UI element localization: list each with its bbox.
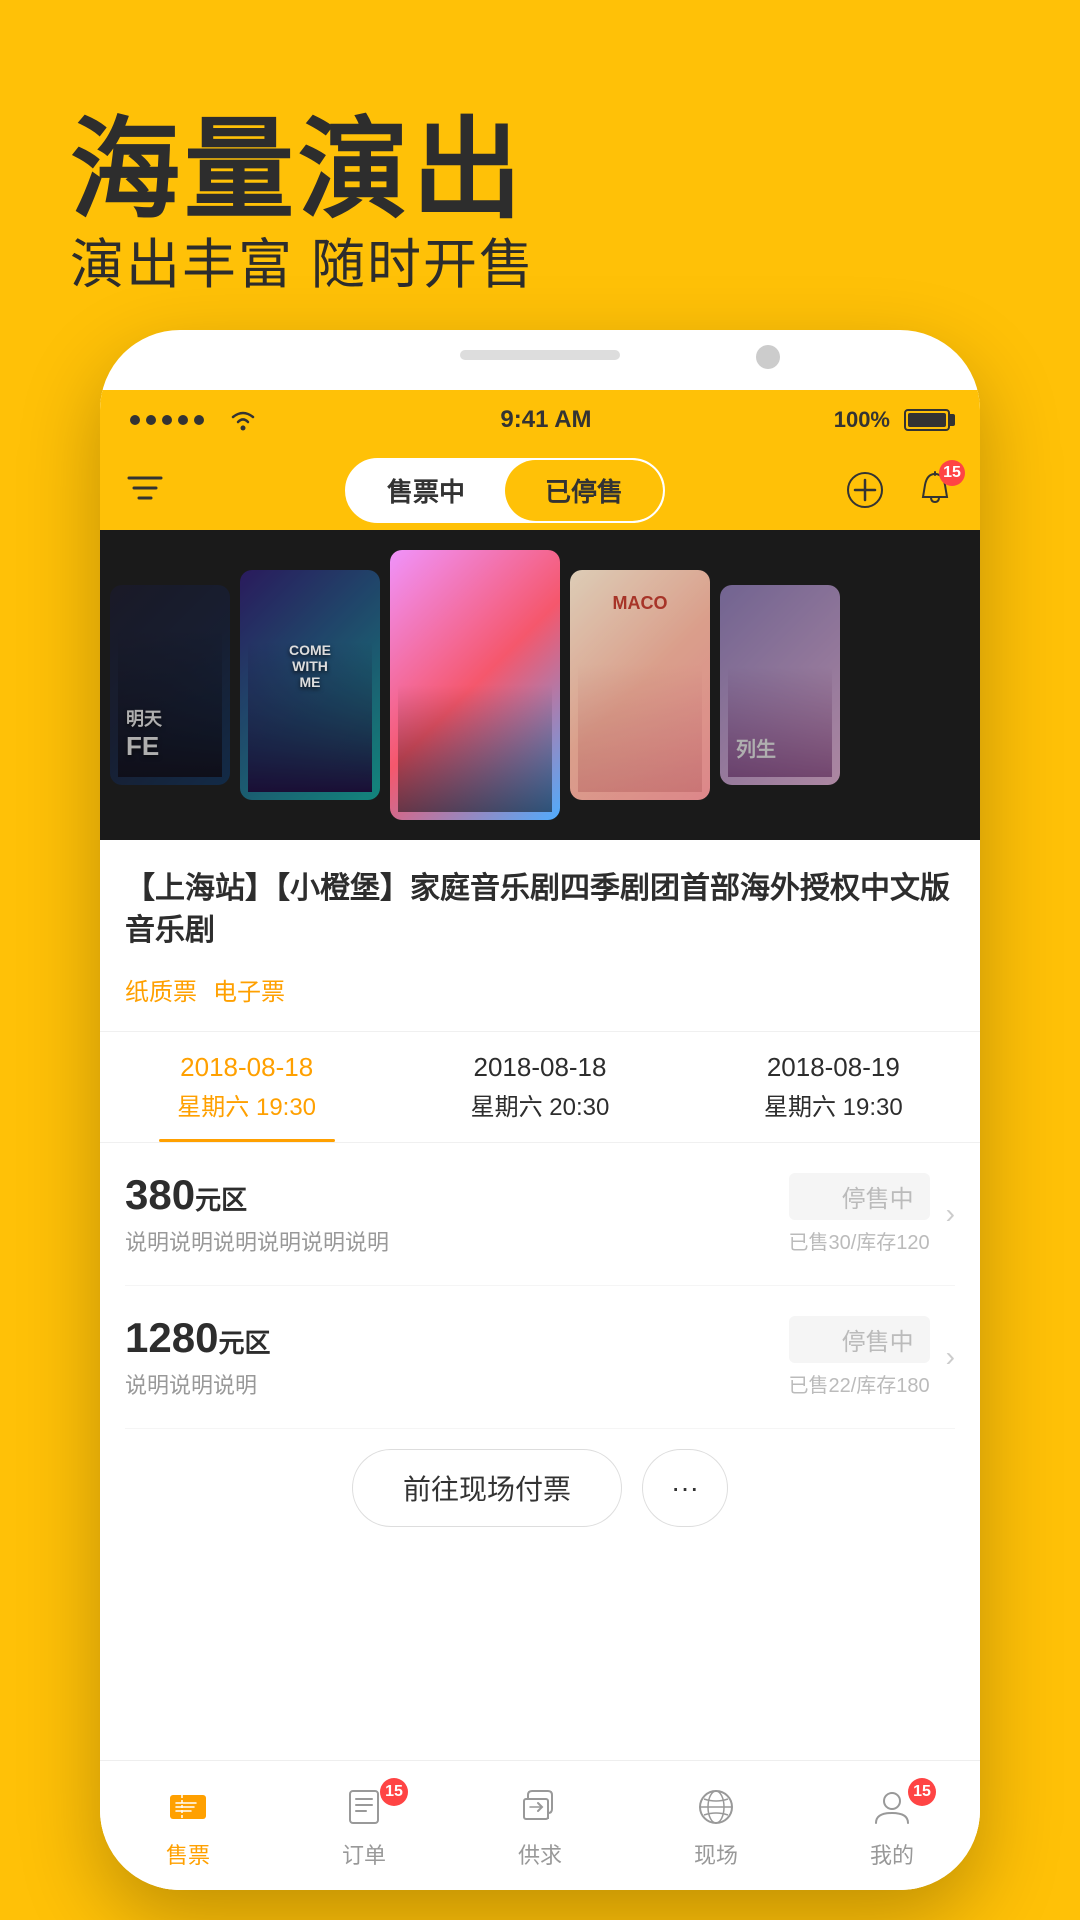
stock-info-0: 已售30/库存120 bbox=[789, 1226, 930, 1255]
tab-group: 售票中 已停售 bbox=[345, 458, 665, 523]
carousel-card-2[interactable]: COME WITH ME bbox=[240, 570, 380, 800]
carousel-card-5[interactable]: 列生 bbox=[720, 585, 840, 785]
supply-nav-icon bbox=[515, 1782, 565, 1832]
event-section: 【上海站】【小橙堡】家庭音乐剧四季剧团首部海外授权中文版音乐剧 纸质票 电子票 bbox=[100, 840, 980, 1032]
zone-desc-1: 说明说明说明 bbox=[125, 1368, 270, 1400]
zone-row-0[interactable]: 380元区 说明说明说明说明说明说明 停售中 已售30/库存120 › bbox=[125, 1143, 955, 1286]
battery-icon bbox=[904, 409, 950, 431]
date-2-date: 2018-08-19 bbox=[697, 1052, 970, 1083]
date-selector: 2018-08-18 星期六 19:30 2018-08-18 星期六 20:3… bbox=[100, 1032, 980, 1143]
date-2-day-time: 星期六 19:30 bbox=[697, 1087, 970, 1122]
date-1-date: 2018-08-18 bbox=[403, 1052, 676, 1083]
zone-right-1: 停售中 已售22/库存180 › bbox=[789, 1316, 956, 1398]
filter-icon bbox=[127, 474, 163, 506]
bottom-nav: 售票 15 订单 bbox=[100, 1760, 980, 1890]
nav-label-scene: 现场 bbox=[694, 1838, 738, 1870]
poster-4: MACO bbox=[570, 570, 710, 800]
stock-info-1: 已售22/库存180 bbox=[789, 1369, 930, 1398]
date-item-2[interactable]: 2018-08-19 星期六 19:30 bbox=[687, 1032, 980, 1142]
zone-left-0: 380元区 说明说明说明说明说明说明 bbox=[125, 1171, 389, 1257]
signal-dots bbox=[130, 407, 258, 433]
signal-dot bbox=[178, 415, 188, 425]
zone-right-0: 停售中 已售30/库存120 › bbox=[789, 1173, 956, 1255]
plus-icon bbox=[847, 472, 883, 508]
hero-title: 海量演出 bbox=[70, 80, 526, 240]
date-0-day-time: 星期六 19:30 bbox=[110, 1087, 383, 1122]
date-0-date: 2018-08-18 bbox=[110, 1052, 383, 1083]
signal-dot bbox=[130, 415, 140, 425]
carousel-card-4[interactable]: MACO bbox=[570, 570, 710, 800]
add-button[interactable] bbox=[840, 465, 890, 515]
notification-badge: 15 bbox=[939, 460, 965, 486]
tab-stopped[interactable]: 已停售 bbox=[505, 460, 663, 521]
goto-venue-button[interactable]: 前往现场付票 bbox=[352, 1449, 622, 1527]
chevron-right-icon-0: › bbox=[946, 1198, 955, 1230]
carousel-card-1[interactable]: 明天 FE bbox=[110, 585, 230, 785]
supply-icon bbox=[518, 1785, 562, 1829]
filter-button[interactable] bbox=[120, 465, 170, 515]
tab-selling[interactable]: 售票中 bbox=[347, 460, 505, 521]
status-bar: 9:41 AM 100% bbox=[100, 390, 980, 450]
zone-row-1[interactable]: 1280元区 说明说明说明 停售中 已售22/库存180 › bbox=[125, 1286, 955, 1429]
zone-status-0: 停售中 已售30/库存120 bbox=[789, 1173, 930, 1255]
tag-electronic: 电子票 bbox=[213, 968, 285, 1011]
app-header: 售票中 已停售 15 bbox=[100, 450, 980, 530]
signal-dot bbox=[162, 415, 172, 425]
event-title: 【上海站】【小橙堡】家庭音乐剧四季剧团首部海外授权中文版音乐剧 bbox=[125, 868, 955, 952]
hero-subtitle: 演出丰富 随时开售 bbox=[70, 220, 535, 299]
date-item-1[interactable]: 2018-08-18 星期六 20:30 bbox=[393, 1032, 686, 1142]
poster-2: COME WITH ME bbox=[240, 570, 380, 800]
zone-price-0: 380元区 bbox=[125, 1171, 389, 1219]
chevron-right-icon-1: › bbox=[946, 1341, 955, 1373]
ticket-nav-icon bbox=[163, 1782, 213, 1832]
phone-mockup: 9:41 AM 100% 售票中 已停售 bbox=[100, 330, 980, 1890]
battery-fill bbox=[908, 413, 946, 427]
zone-left-1: 1280元区 说明说明说明 bbox=[125, 1314, 270, 1400]
nav-label-ticket: 售票 bbox=[166, 1838, 210, 1870]
ticket-zones: 380元区 说明说明说明说明说明说明 停售中 已售30/库存120 › 1280… bbox=[100, 1143, 980, 1429]
zone-status-1: 停售中 已售22/库存180 bbox=[789, 1316, 930, 1398]
poster-3 bbox=[390, 550, 560, 820]
zone-desc-0: 说明说明说明说明说明说明 bbox=[125, 1225, 389, 1257]
action-bar: 前往现场付票 ··· bbox=[100, 1429, 980, 1547]
carousel-area[interactable]: 明天 FE COME WITH ME bbox=[100, 530, 980, 840]
nav-item-supply[interactable]: 供求 bbox=[452, 1782, 628, 1870]
nav-item-profile[interactable]: 15 我的 bbox=[804, 1782, 980, 1870]
status-label-0: 停售中 bbox=[789, 1173, 930, 1220]
carousel-card-3[interactable] bbox=[390, 550, 560, 820]
more-options-button[interactable]: ··· bbox=[642, 1449, 728, 1527]
nav-item-scene[interactable]: 现场 bbox=[628, 1782, 804, 1870]
poster-1: 明天 FE bbox=[110, 585, 230, 785]
status-time: 9:41 AM bbox=[500, 406, 591, 434]
phone-camera bbox=[756, 345, 780, 369]
nav-item-ticket[interactable]: 售票 bbox=[100, 1782, 276, 1870]
header-icons: 15 bbox=[840, 465, 960, 515]
nav-item-order[interactable]: 15 订单 bbox=[276, 1782, 452, 1870]
order-badge: 15 bbox=[380, 1778, 408, 1806]
poster-5: 列生 bbox=[720, 585, 840, 785]
phone-top-bar bbox=[460, 350, 620, 360]
scene-nav-icon bbox=[691, 1782, 741, 1832]
zone-price-1: 1280元区 bbox=[125, 1314, 270, 1362]
wifi-icon bbox=[228, 409, 258, 431]
status-right: 100% bbox=[834, 407, 950, 433]
nav-label-order: 订单 bbox=[342, 1838, 386, 1870]
phone-screen: 9:41 AM 100% 售票中 已停售 bbox=[100, 390, 980, 1890]
date-item-0[interactable]: 2018-08-18 星期六 19:30 bbox=[100, 1032, 393, 1142]
battery-percent: 100% bbox=[834, 407, 890, 433]
tag-paper: 纸质票 bbox=[125, 968, 197, 1011]
ticket-icon bbox=[166, 1785, 210, 1829]
nav-label-profile: 我的 bbox=[870, 1838, 914, 1870]
ticket-tags: 纸质票 电子票 bbox=[125, 968, 955, 1011]
scene-icon bbox=[694, 1785, 738, 1829]
profile-badge: 15 bbox=[908, 1778, 936, 1806]
notification-button[interactable]: 15 bbox=[910, 465, 960, 515]
signal-dot bbox=[146, 415, 156, 425]
status-label-1: 停售中 bbox=[789, 1316, 930, 1363]
signal-dot bbox=[194, 415, 204, 425]
nav-label-supply: 供求 bbox=[518, 1838, 562, 1870]
date-1-day-time: 星期六 20:30 bbox=[403, 1087, 676, 1122]
